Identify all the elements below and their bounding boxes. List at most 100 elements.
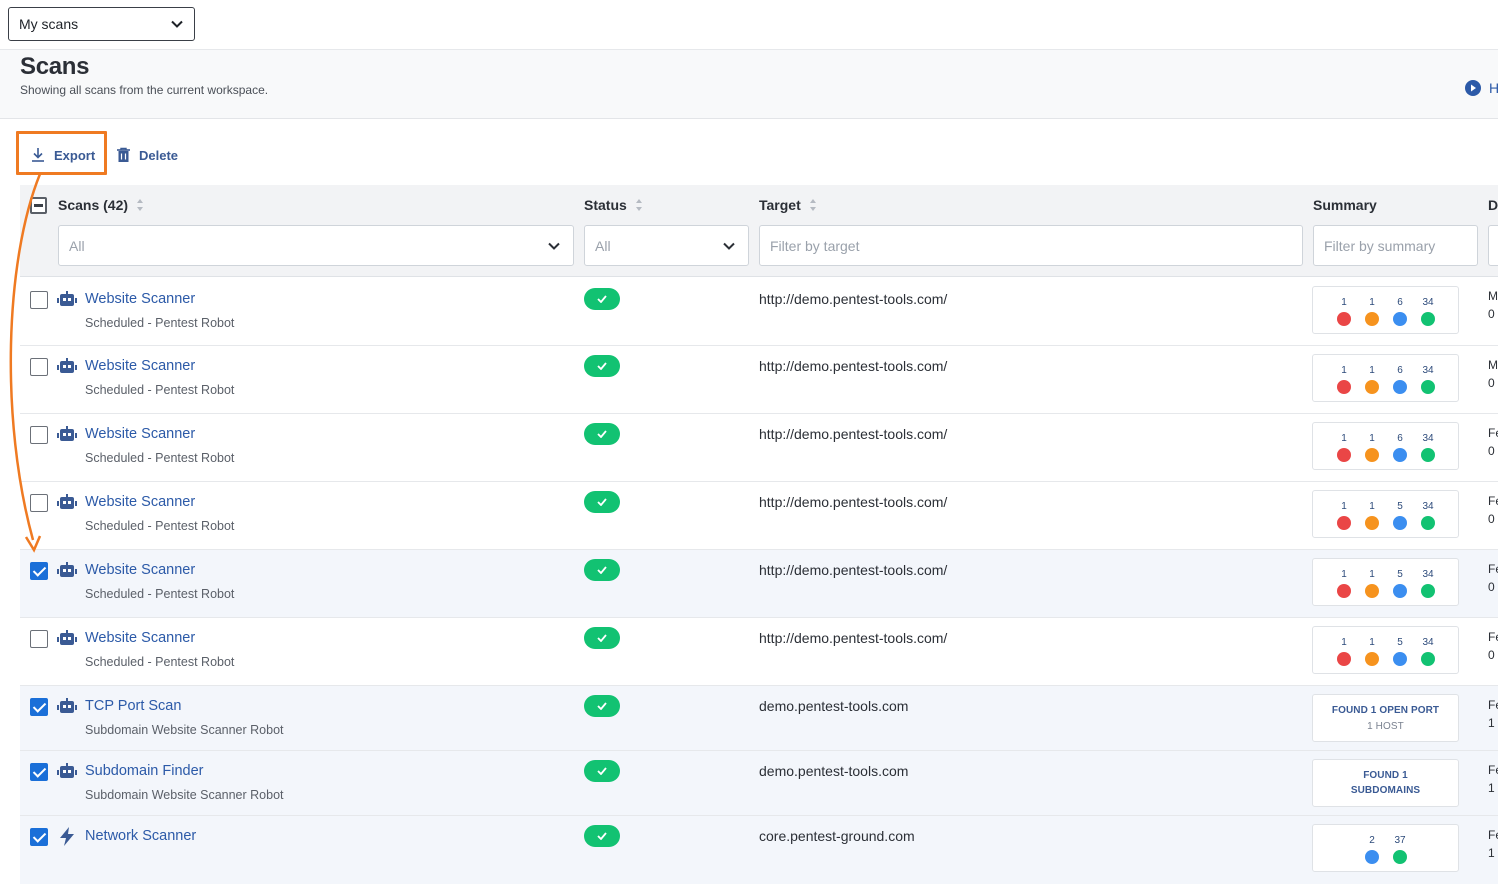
column-header-date[interactable]: D (1488, 197, 1498, 213)
column-header-target[interactable]: Target (759, 197, 817, 213)
summary-box: 1 1 5 34 (1312, 490, 1459, 538)
date-filter-input[interactable] (1488, 225, 1498, 266)
check-icon (597, 498, 607, 506)
page-subtitle: Showing all scans from the current works… (20, 83, 269, 97)
scan-target: http://demo.pentest-tools.com/ (759, 291, 948, 307)
count-high: 1 (1341, 297, 1347, 308)
row-checkbox[interactable] (30, 630, 48, 648)
check-icon (597, 566, 607, 574)
scan-time: 0 (1488, 580, 1495, 594)
count-low: 2 (1369, 835, 1375, 846)
count-info: 34 (1422, 433, 1434, 444)
status-badge (584, 355, 620, 377)
count-medium: 1 (1369, 297, 1375, 308)
delete-label: Delete (139, 147, 179, 163)
severity-dot-medium (1365, 584, 1379, 598)
scan-source: Subdomain Website Scanner Robot (85, 788, 284, 802)
summary-box: 1 1 6 34 (1312, 286, 1459, 334)
column-header-status[interactable]: Status (584, 197, 643, 213)
robot-icon (57, 763, 77, 778)
count-info: 34 (1422, 637, 1434, 648)
count-info: 34 (1422, 365, 1434, 376)
scan-name-link[interactable]: TCP Port Scan (85, 698, 181, 714)
table-row: TCP Port Scan Subdomain Website Scanner … (20, 686, 1498, 751)
scan-time: 0 (1488, 376, 1495, 390)
scan-name-link[interactable]: Website Scanner (85, 358, 195, 374)
summary-filter-input[interactable]: Filter by summary (1313, 225, 1478, 266)
robot-icon (57, 291, 77, 306)
workspace-select[interactable]: My scans (8, 7, 195, 41)
scan-source: Scheduled - Pentest Robot (85, 383, 235, 397)
action-bar: Export Delete (0, 119, 1498, 185)
scan-name-link[interactable]: Website Scanner (85, 426, 195, 442)
play-circle-icon (1465, 80, 1481, 96)
scan-time: 0 (1488, 512, 1495, 526)
scan-date: M (1488, 358, 1498, 372)
count-info: 34 (1422, 501, 1434, 512)
row-checkbox[interactable] (30, 763, 48, 781)
scan-name-link[interactable]: Website Scanner (85, 291, 195, 307)
summary-box: 1 1 5 34 (1312, 558, 1459, 606)
scan-date: Fe (1488, 698, 1498, 712)
top-bar: My scans (0, 0, 1498, 50)
scan-name-link[interactable]: Website Scanner (85, 630, 195, 646)
scan-name-link[interactable]: Website Scanner (85, 562, 195, 578)
table-row: Network Scanner core.pentest-ground.com … (20, 816, 1498, 884)
row-checkbox[interactable] (30, 358, 48, 376)
row-checkbox[interactable] (30, 698, 48, 716)
severity-dot-high (1337, 652, 1351, 666)
robot-icon (57, 358, 77, 373)
delete-button[interactable]: Delete (116, 147, 178, 163)
table-row: Website Scanner Scheduled - Pentest Robo… (20, 414, 1498, 482)
count-low: 5 (1397, 501, 1403, 512)
scan-name-link[interactable]: Subdomain Finder (85, 763, 204, 779)
row-checkbox[interactable] (30, 562, 48, 580)
status-filter-select[interactable]: All (584, 225, 749, 266)
scan-target: http://demo.pentest-tools.com/ (759, 358, 948, 374)
scan-source: Scheduled - Pentest Robot (85, 587, 235, 601)
export-highlight-annotation (16, 131, 107, 175)
sort-icon (137, 199, 144, 211)
count-medium: 1 (1369, 365, 1375, 376)
column-header-summary: Summary (1313, 197, 1377, 213)
severity-dot-low (1393, 312, 1407, 326)
help-link[interactable]: H (1465, 80, 1498, 96)
chevron-down-icon (171, 20, 183, 28)
row-checkbox[interactable] (30, 828, 48, 846)
row-checkbox[interactable] (30, 426, 48, 444)
status-badge (584, 559, 620, 581)
row-checkbox[interactable] (30, 291, 48, 309)
scan-date: M (1488, 289, 1498, 303)
sort-icon (809, 199, 816, 211)
scan-name-link[interactable]: Network Scanner (85, 828, 196, 844)
severity-dot-info (1421, 584, 1435, 598)
scan-name-link[interactable]: Website Scanner (85, 494, 195, 510)
scan-time: 1 (1488, 716, 1495, 730)
count-low: 5 (1397, 637, 1403, 648)
row-checkbox[interactable] (30, 494, 48, 512)
select-all-checkbox[interactable] (30, 197, 47, 214)
severity-dot-info (1393, 850, 1407, 864)
severity-dot-medium (1365, 380, 1379, 394)
severity-dot-medium (1365, 516, 1379, 530)
robot-icon (57, 698, 77, 713)
scan-date: Fe (1488, 630, 1498, 644)
scan-date: Fe (1488, 426, 1498, 440)
scans-filter-select[interactable]: All (58, 225, 574, 266)
count-low: 5 (1397, 569, 1403, 580)
check-icon (597, 832, 607, 840)
scan-time: 0 (1488, 307, 1495, 321)
column-header-scans[interactable]: Scans (42) (58, 197, 144, 213)
summary-subtext: SUBDOMAINS (1350, 785, 1421, 796)
check-icon (597, 362, 607, 370)
count-high: 1 (1341, 365, 1347, 376)
count-high: 1 (1341, 433, 1347, 444)
robot-icon (57, 630, 77, 645)
count-medium: 1 (1369, 637, 1375, 648)
severity-dot-high (1337, 584, 1351, 598)
summary-box: 1 1 5 34 (1312, 626, 1459, 674)
target-filter-input[interactable]: Filter by target (759, 225, 1303, 266)
scan-target: core.pentest-ground.com (759, 828, 915, 844)
scan-time: 0 (1488, 648, 1495, 662)
severity-dot-high (1337, 448, 1351, 462)
